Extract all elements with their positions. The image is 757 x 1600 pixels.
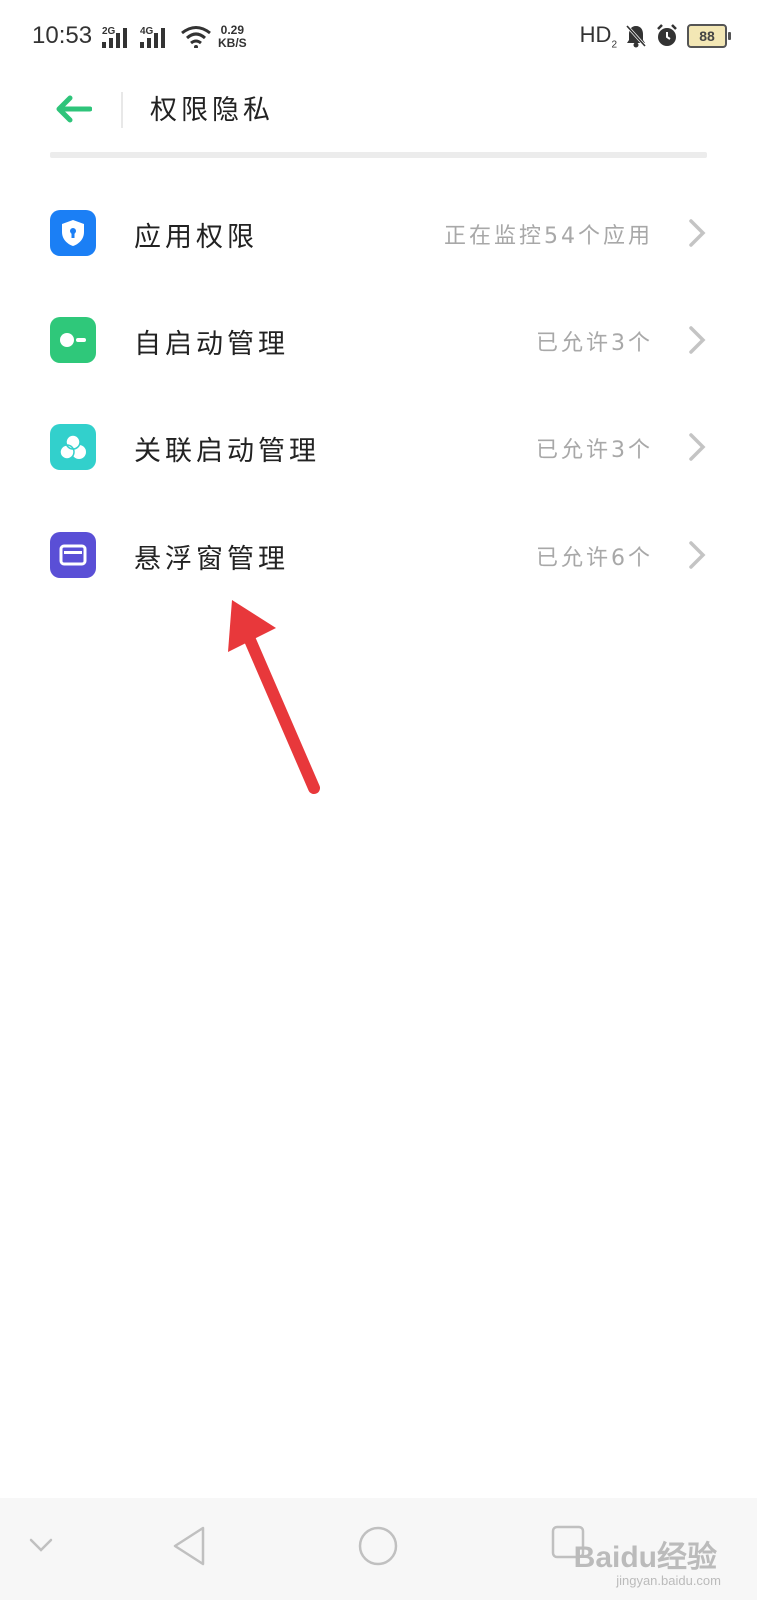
list-item-floating-window[interactable]: 悬浮窗管理 已允许6个 [0, 502, 757, 608]
chevron-down-icon[interactable] [28, 1536, 54, 1556]
row-label: 悬浮窗管理 [134, 544, 289, 575]
cluster-circles-icon [50, 424, 96, 470]
status-right-group: HD2 88 [580, 22, 731, 50]
shield-lock-icon [50, 210, 96, 256]
chevron-right-icon [689, 433, 706, 461]
header: 权限隐私 [0, 76, 757, 156]
alarm-clock-icon [657, 24, 677, 47]
hd-sub: 2 [611, 39, 617, 51]
row-value: 已允许3个 [536, 438, 653, 463]
row-value: 正在监控54个应用 [444, 224, 653, 249]
hd-label: HD [579, 22, 612, 47]
row-value: 已允许6个 [536, 546, 653, 571]
row-value: 已允许3个 [536, 331, 653, 356]
watermark-url: jingyan.baidu.com [616, 1573, 721, 1588]
row-label: 自启动管理 [134, 329, 289, 360]
list-item-app-permissions[interactable]: 应用权限 正在监控54个应用 [0, 180, 757, 286]
hd-indicator: HD2 [580, 22, 617, 50]
signal-sim1-icon: 2G [102, 26, 127, 48]
list-item-linked-start[interactable]: 关联启动管理 已允许3个 [0, 394, 757, 500]
network-speed: 0.29 KB/S [218, 24, 247, 50]
row-label: 关联启动管理 [134, 436, 320, 467]
header-divider [121, 92, 123, 128]
row-label: 应用权限 [134, 222, 258, 253]
chevron-right-icon [689, 219, 706, 247]
sim1-label: 2G [102, 26, 116, 37]
toggle-key-icon [50, 317, 96, 363]
floating-window-icon [50, 532, 96, 578]
chevron-right-icon [689, 541, 706, 569]
back-button[interactable] [50, 86, 96, 132]
chevron-right-icon [689, 326, 706, 354]
home-circle-icon[interactable] [356, 1524, 400, 1568]
status-bar: 10:53 2G 4G 0.29 KB/S HD2 88 [0, 0, 757, 76]
back-arrow-icon [56, 95, 92, 123]
status-time: 10:53 [32, 22, 93, 49]
signal-sim2-icon: 4G [140, 26, 165, 48]
watermark: Baidu经验 [573, 1541, 717, 1574]
sim2-label: 4G [140, 26, 154, 37]
back-triangle-icon[interactable] [170, 1524, 210, 1568]
list-item-auto-start[interactable]: 自启动管理 已允许3个 [0, 287, 757, 393]
header-separator [50, 152, 707, 158]
battery-indicator: 88 [687, 24, 731, 49]
page-title: 权限隐私 [150, 95, 274, 126]
wifi-icon [181, 26, 211, 48]
mute-bell-icon [625, 25, 647, 48]
speed-unit: KB/S [218, 36, 247, 50]
